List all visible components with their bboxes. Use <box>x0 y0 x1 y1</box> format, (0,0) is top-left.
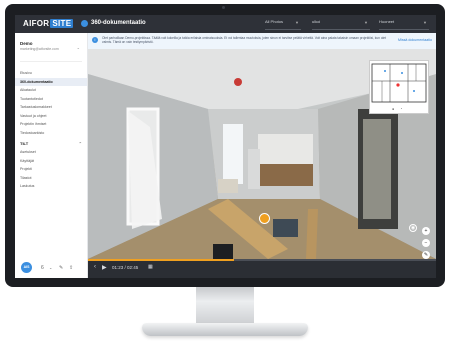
user-name: Demo <box>20 41 33 46</box>
progress-bar[interactable] <box>88 259 436 261</box>
sidebar-item-etusivu[interactable]: Etusivu <box>15 69 87 78</box>
logo-badge: SITE <box>50 19 74 28</box>
sidebar-item-projekti[interactable]: Projekti <box>15 165 87 174</box>
photos-filter-value: All Photos <box>265 19 284 24</box>
view-icon[interactable]: ◉ <box>409 224 417 232</box>
floorplan-image <box>371 63 427 103</box>
minimap-prev-icon[interactable]: ● <box>392 107 394 111</box>
avatar[interactable]: AIS <box>21 262 32 273</box>
edit-icon[interactable]: ✎ <box>422 251 430 259</box>
app-screen: AIFOR SITE 360-dokumentaatio All Photos ▼… <box>15 15 436 278</box>
sidebar-item-tilastot[interactable]: Tilastot <box>15 174 87 183</box>
user-menu[interactable]: Demo marketing@aiforsite.com ⌄ <box>20 41 82 62</box>
page-title: 360-dokumentaatio <box>91 20 146 26</box>
monitor-stand-neck <box>196 287 254 323</box>
camera-360-icon <box>81 20 88 27</box>
sidebar-item-tarkastuslomakkeet[interactable]: Tarkastuslomakkeet <box>15 103 87 112</box>
chevron-up-icon: ⌃ <box>78 141 82 146</box>
floor-value: ulkoi <box>312 19 321 24</box>
prev-icon[interactable]: ‹ <box>94 264 96 270</box>
chevron-down-icon: ▼ <box>364 20 368 25</box>
minimap-next-icon[interactable]: ◔ <box>400 107 402 111</box>
photo-hotspot[interactable] <box>259 213 270 224</box>
sidebar-item-tuotantotiedot[interactable]: Tuotantotiedot <box>15 95 87 104</box>
webcam <box>222 6 225 9</box>
zoom-in-icon[interactable]: + <box>422 227 430 235</box>
sidebar-item-ihmiset[interactable]: Projektin ihmiset <box>15 120 87 129</box>
player-controls: ‹ ▶ 01:23 / 02:45 ▦ <box>88 259 436 278</box>
playback-time: 01:23 / 02:45 <box>112 265 139 270</box>
room-value: Huoneet <box>379 19 395 24</box>
sidebar-item-vastuut[interactable]: Vastuut ja ohjeet <box>15 112 87 121</box>
floorplan-minimap[interactable]: ● ◔ <box>369 60 429 114</box>
sidebar-nav: Etusivu 360-dokumentaatio Aikataulut Tuo… <box>15 69 87 191</box>
sidebar-section-label: TILT <box>20 141 29 146</box>
sidebar-item-laskutus[interactable]: Laskutus <box>15 182 87 191</box>
progress-fill <box>88 259 235 261</box>
info-banner-link[interactable]: Missä dokumentaatio <box>398 38 432 42</box>
photos-filter-select[interactable]: All Photos ▼ <box>265 19 301 30</box>
app-logo[interactable]: AIFOR SITE <box>23 19 74 29</box>
top-bar: AIFOR SITE 360-dokumentaatio All Photos ▼… <box>15 15 436 33</box>
play-icon[interactable]: ▶ <box>102 264 107 271</box>
info-icon: i <box>92 37 98 43</box>
sidebar: Demo marketing@aiforsite.com ⌄ Etusivu 3… <box>15 33 88 278</box>
chevron-down-icon: ⌄ <box>76 45 80 50</box>
logo-text: AIFOR <box>23 19 50 28</box>
sidebar-item-kayttajat[interactable]: Käyttäjät <box>15 157 87 166</box>
sidebar-item-360-dokumentaatio[interactable]: 360-dokumentaatio <box>15 77 87 86</box>
upload-icon[interactable]: ⇪ <box>69 265 73 271</box>
chevron-down-icon: ▼ <box>423 20 427 25</box>
room-select[interactable]: Huoneet ▼ <box>379 19 429 30</box>
sidebar-footer: AIS 6 ⌄ ✎ ⇪ <box>21 262 83 274</box>
sidebar-item-aikataulut[interactable]: Aikataulut <box>15 86 87 95</box>
user-email: marketing@aiforsite.com <box>20 47 59 51</box>
chevron-down-icon: ▼ <box>295 20 299 25</box>
floor-select[interactable]: ulkoi ▼ <box>312 19 370 30</box>
sidebar-item-asetukset[interactable]: Asetukset <box>15 148 87 157</box>
monitor-frame: AIFOR SITE 360-dokumentaatio All Photos ▼… <box>5 4 445 287</box>
grid-icon[interactable]: ▦ <box>148 264 153 270</box>
info-banner: i Olet parhaillaan Demo-projektissa. Tää… <box>88 33 436 50</box>
monitor-stand-base <box>142 323 308 336</box>
footer-count: 6 <box>41 265 44 271</box>
chevron-down-icon[interactable]: ⌄ <box>49 265 52 270</box>
sidebar-item-tiedostoarkisto[interactable]: Tiedostoarkisto <box>15 129 87 138</box>
sidebar-section-tilt[interactable]: TILT ⌃ <box>15 139 87 148</box>
pencil-icon[interactable]: ✎ <box>59 265 63 271</box>
panorama-viewer[interactable]: ● ◔ + − ✎ ◉ <box>88 49 436 259</box>
info-banner-text: Olet parhaillaan Demo-projektissa. Tääll… <box>102 36 386 45</box>
zoom-out-icon[interactable]: − <box>422 239 430 247</box>
